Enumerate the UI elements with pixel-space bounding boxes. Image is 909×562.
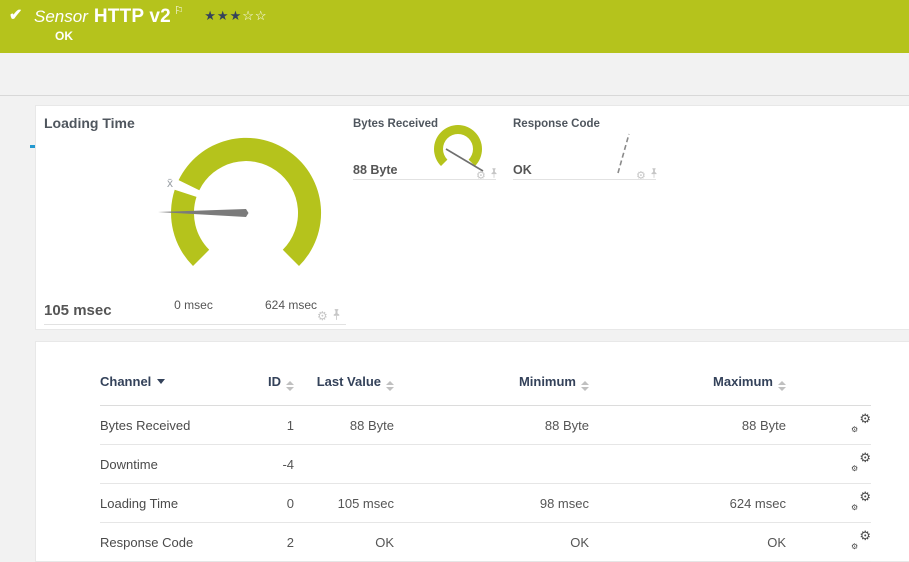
table-row: Response Code 2 OK OK OK ⚙⚙ (100, 523, 871, 562)
channel-last-value (294, 445, 394, 484)
channel-id: 2 (230, 523, 294, 562)
priority-stars-empty[interactable]: ☆☆ (242, 8, 267, 23)
col-header-edit (786, 374, 871, 406)
channel-last-value: OK (294, 523, 394, 562)
col-header-last-value[interactable]: Last Value (294, 374, 394, 406)
channel-id: 0 (230, 484, 294, 523)
sensor-title-line: Sensor HTTP v2⚐ ★★★☆☆ (34, 4, 268, 28)
channel-name: Downtime (100, 445, 230, 484)
channel-settings-icon[interactable]: ⚙⚙ (851, 532, 871, 549)
channel-minimum (394, 445, 589, 484)
channel-maximum: OK (589, 523, 786, 562)
pin-icon[interactable] (332, 308, 341, 325)
col-header-minimum[interactable]: Minimum (394, 374, 589, 406)
channels-panel: Channel ID Last Value Minimum Maximum By… (35, 341, 909, 562)
table-row: Bytes Received 1 88 Byte 88 Byte 88 Byte… (100, 406, 871, 445)
channel-last-value: 88 Byte (294, 406, 394, 445)
pin-icon[interactable] (490, 167, 498, 183)
tab-bar: Overview Live Data 2days 30days 365days … (0, 53, 909, 96)
gauge-scale-min: 0 msec (166, 298, 221, 312)
channel-maximum (589, 445, 786, 484)
sort-toggle-icon[interactable] (286, 381, 294, 391)
col-header-maximum-label: Maximum (713, 374, 773, 389)
col-header-last-value-label: Last Value (313, 374, 381, 389)
ok-check-icon: ✔ (9, 5, 22, 25)
channel-settings-icon[interactable]: ⚙⚙ (851, 493, 871, 510)
channel-id: 1 (230, 406, 294, 445)
col-header-id-label: ID (268, 374, 281, 389)
bytes-received-gauge-title: Bytes Received (353, 118, 438, 130)
gauge-section-divider (44, 324, 346, 325)
gauge-settings-gear-icon[interactable]: ⚙ (636, 167, 646, 183)
channel-settings-icon[interactable]: ⚙⚙ (851, 415, 871, 432)
channel-table: Channel ID Last Value Minimum Maximum By… (100, 374, 871, 562)
channel-name: Bytes Received (100, 406, 230, 445)
col-header-channel-label: Channel (100, 374, 151, 389)
priority-stars[interactable]: ★★★☆☆ (204, 9, 267, 24)
table-header-row: Channel ID Last Value Minimum Maximum (100, 374, 871, 406)
flag-icon[interactable]: ⚐ (174, 4, 184, 17)
channel-maximum: 88 Byte (589, 406, 786, 445)
pin-icon[interactable] (650, 167, 658, 183)
response-code-value: OK (513, 163, 532, 177)
gauges-panel: Loading Time x̄ 0 msec 624 msec 105 msec… (35, 105, 909, 330)
gauge-section-divider (353, 179, 496, 180)
sensor-status-bar: ✔ Sensor HTTP v2⚐ ★★★☆☆ OK (0, 0, 909, 53)
channel-name: Response Code (100, 523, 230, 562)
response-code-gauge-title: Response Code (513, 118, 600, 130)
col-header-minimum-label: Minimum (519, 374, 576, 389)
object-type-label: Sensor (34, 7, 88, 26)
table-row: Downtime -4 ⚙⚙ (100, 445, 871, 484)
sort-toggle-icon[interactable] (778, 381, 786, 391)
gauge-scale-max: 624 msec (256, 298, 326, 312)
priority-stars-filled[interactable]: ★★★ (204, 8, 242, 23)
channel-last-value: 105 msec (294, 484, 394, 523)
sort-toggle-icon[interactable] (581, 381, 589, 391)
prtg-sensor-page: ✔ Sensor HTTP v2⚐ ★★★☆☆ OK Overview Live … (0, 0, 909, 562)
col-header-channel[interactable]: Channel (100, 374, 230, 406)
channel-maximum: 624 msec (589, 484, 786, 523)
loading-time-gauge-title: Loading Time (44, 115, 135, 131)
table-row: Loading Time 0 105 msec 98 msec 624 msec… (100, 484, 871, 523)
loading-time-value: 105 msec (44, 302, 112, 319)
mean-marker-label: x̄ (167, 176, 173, 190)
channel-minimum: 88 Byte (394, 406, 589, 445)
sort-toggle-icon[interactable] (386, 381, 394, 391)
status-badge: OK (55, 29, 73, 43)
gauge-needle (618, 134, 629, 173)
bytes-received-value: 88 Byte (353, 163, 397, 177)
col-header-id[interactable]: ID (230, 374, 294, 406)
gauge-section-divider (513, 179, 656, 180)
channel-id: -4 (230, 445, 294, 484)
gauge-settings-gear-icon[interactable]: ⚙ (317, 308, 328, 324)
channel-minimum: 98 msec (394, 484, 589, 523)
gauge-settings-gear-icon[interactable]: ⚙ (476, 167, 486, 183)
sensor-title: HTTP v2 (94, 6, 171, 27)
channel-name: Loading Time (100, 484, 230, 523)
channel-minimum: OK (394, 523, 589, 562)
sort-desc-icon[interactable] (157, 379, 165, 384)
col-header-maximum[interactable]: Maximum (589, 374, 786, 406)
loading-time-gauge (146, 130, 346, 300)
channel-settings-icon[interactable]: ⚙⚙ (851, 454, 871, 471)
